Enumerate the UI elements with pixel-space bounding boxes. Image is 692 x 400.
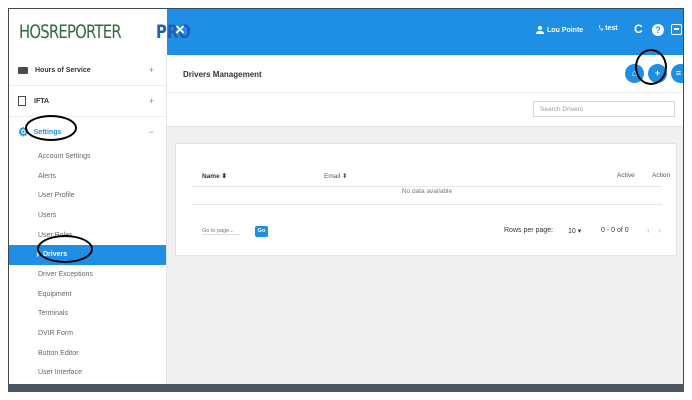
exit-icon[interactable]	[671, 24, 682, 35]
sidebar-item-label: Hours of Service	[35, 66, 91, 74]
expand-icon: +	[148, 65, 154, 75]
divider	[167, 92, 683, 93]
gear-icon: ⚙	[18, 125, 29, 139]
pagination-range: 0 - 0 of 0	[601, 227, 629, 234]
column-header-email[interactable]: Email ⬍	[324, 172, 348, 180]
truck-icon	[18, 66, 28, 74]
rows-per-page-label: Rows per page:	[504, 227, 554, 234]
sidebar-subitem-button-editor[interactable]: Button Editor	[9, 343, 166, 363]
sidebar-subitem-dvir-form[interactable]: DVIR Form	[9, 324, 166, 344]
go-button[interactable]: Go	[255, 226, 268, 237]
column-header-action: Action	[652, 172, 671, 179]
bottom-strip	[8, 384, 684, 392]
user-icon	[536, 26, 544, 34]
table-divider	[192, 186, 662, 187]
sidebar-subitem-user-profile[interactable]: User Profile	[9, 186, 166, 206]
help-icon[interactable]: ?	[652, 24, 664, 36]
language-label: test	[605, 25, 618, 32]
page-header: Drivers Management ⌂ + ≡	[167, 55, 683, 127]
main-content: Drivers Management ⌂ + ≡ Name ⬍ Email ⬍ …	[167, 55, 683, 391]
sidebar-subitem-drivers[interactable]: Drivers	[9, 244, 166, 265]
sidebar: Hours of Service + IFTA + ⚙ Settings − A…	[9, 55, 167, 391]
search-input[interactable]	[533, 101, 675, 117]
document-icon	[18, 96, 26, 106]
sidebar-item-label: IFTA	[34, 97, 50, 105]
user-menu[interactable]: Lou Pointe	[536, 26, 583, 34]
sidebar-item-hours-of-service[interactable]: Hours of Service +	[9, 55, 166, 86]
sidebar-subitem-user-interface[interactable]: User Interface	[9, 363, 166, 383]
expand-icon: +	[148, 96, 154, 106]
goto-page-input[interactable]	[202, 228, 240, 235]
table-divider	[192, 204, 662, 205]
options-button[interactable]: ≡	[671, 64, 683, 83]
refresh-icon[interactable]: C	[634, 22, 643, 36]
sidebar-item-settings[interactable]: ⚙ Settings −	[9, 117, 166, 147]
sidebar-subitem-driver-exceptions[interactable]: Driver Exceptions	[9, 265, 166, 285]
sidebar-subitem-users[interactable]: Users	[9, 206, 166, 226]
empty-message: No data available	[401, 188, 453, 195]
collapse-icon: −	[148, 127, 154, 137]
prev-page-icon[interactable]: ‹	[647, 225, 650, 235]
sidebar-subitem-terminals[interactable]: Terminals	[9, 304, 166, 324]
sidebar-subitem-alerts[interactable]: Alerts	[9, 167, 166, 187]
language-selector[interactable]: ᵗₐ test	[599, 25, 618, 32]
user-name: Lou Pointe	[547, 26, 584, 34]
close-icon[interactable]: ×	[175, 20, 185, 40]
home-button[interactable]: ⌂	[625, 64, 644, 83]
next-page-icon[interactable]: ›	[658, 225, 661, 235]
column-header-active: Active	[617, 172, 635, 179]
sidebar-item-label: Settings	[33, 128, 62, 136]
add-driver-button[interactable]: +	[648, 64, 667, 83]
sidebar-subitem-account-settings[interactable]: Account Settings	[9, 147, 166, 167]
app-window: HOSREPORTER PRO × Lou Pointe ᵗₐ test C ? …	[8, 8, 684, 392]
column-header-name[interactable]: Name ⬍	[202, 172, 227, 180]
top-bar: HOSREPORTER PRO × Lou Pointe ᵗₐ test C ?	[9, 9, 683, 55]
sidebar-subitem-equipment[interactable]: Equipment	[9, 285, 166, 305]
sidebar-subitem-user-roles[interactable]: User Roles	[9, 225, 166, 245]
app-logo[interactable]: HOSREPORTER PRO	[9, 9, 190, 55]
drivers-table-card: Name ⬍ Email ⬍ Active Action No data ava…	[175, 143, 677, 256]
logo-text: HOSREPORTER	[19, 21, 122, 43]
logo-pro-text: PRO	[155, 21, 191, 43]
table-header: Name ⬍ Email ⬍ Active Action	[192, 169, 670, 185]
sidebar-item-ifta[interactable]: IFTA +	[9, 86, 166, 117]
table-footer: Go Rows per page: 10 ▾ 0 - 0 of 0 ‹ ›	[192, 224, 662, 242]
page-title: Drivers Management	[183, 70, 262, 79]
rows-per-page-select[interactable]: 10 ▾	[568, 227, 581, 235]
